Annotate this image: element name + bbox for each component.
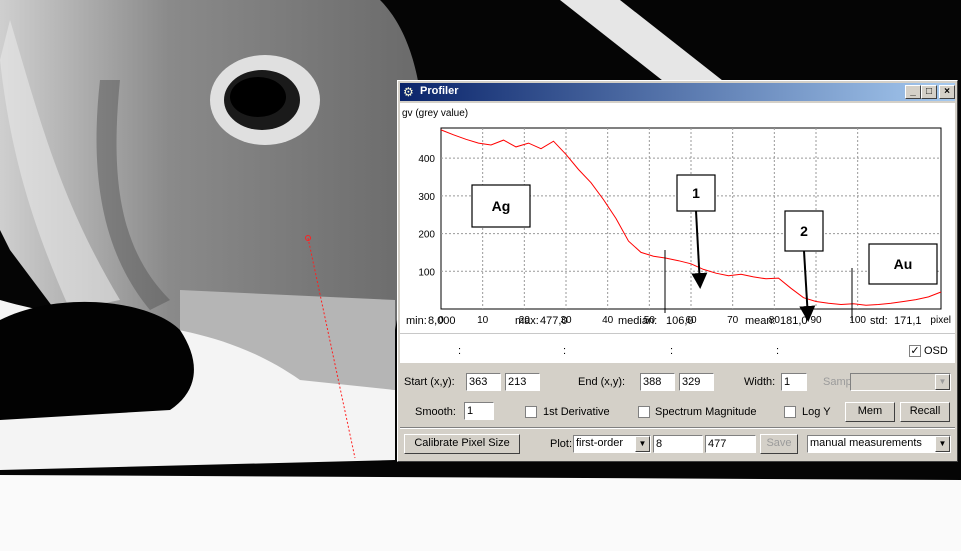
y-tick-label: 300 [418,192,435,203]
osd-colon-1: : [458,345,462,357]
annotation-arrow [691,210,708,289]
plot-type-value: first-order [576,437,624,449]
annotation-arrow [799,250,816,322]
spectrum-magnitude-checkbox[interactable] [638,406,650,418]
x-axis-unit-label: pixel [930,315,951,326]
y-tick-label: 400 [418,154,435,165]
window-title: Profiler [420,85,459,97]
stat-mean-value: 181,0 [780,315,808,327]
maximize-button[interactable]: □ [921,85,937,99]
chevron-down-icon: ▼ [935,436,950,452]
stat-median-label: median: [618,315,658,327]
close-button[interactable]: × [939,85,955,99]
y-tick-label: 200 [418,230,435,241]
spectrum-magnitude-label: Spectrum Magnitude [655,406,757,418]
minimize-button[interactable]: _ [905,85,921,99]
recall-button[interactable]: Recall [900,402,950,422]
log-y-checkbox[interactable] [784,406,796,418]
stat-max-label: max: [515,315,539,327]
measurement-mode-value: manual measurements [810,437,922,449]
stat-min-value: 8,000 [428,315,456,327]
stat-mean-label: mean: [745,315,776,327]
profiler-title-bar[interactable]: ⚙ Profiler _ □ × [400,83,955,101]
x-tick-label: 90 [810,315,822,326]
start-label: Start (x,y): [404,376,455,388]
plot-type-select[interactable]: first-order ▼ [573,435,651,453]
x-tick-label: 70 [727,315,739,326]
start-y-input[interactable]: 213 [505,373,540,391]
profile-plot-panel: gv (grey value) 0 10 20 30 40 50 60 70 80 90 100 100… [400,103,955,363]
annotation-label: 1 [692,185,700,201]
y-axis-label: gv (grey value) [402,108,468,119]
plot-label: Plot: [550,438,573,450]
annotation-label: 2 [800,223,808,239]
stat-std-label: std: [870,315,888,327]
stat-std-value: 171,1 [894,315,922,327]
calibrate-pixel-size-button[interactable]: Calibrate Pixel Size [404,434,520,454]
plot-min-input[interactable]: 8 [653,435,703,453]
end-x-input[interactable]: 388 [640,373,675,391]
profiler-app-icon: ⚙ [403,85,414,99]
smooth-input[interactable]: 1 [464,402,494,420]
log-y-label: Log Y [802,406,831,418]
measurement-mode-select[interactable]: manual measurements ▼ [807,435,951,453]
mem-button[interactable]: Mem [845,402,895,422]
end-label: End (x,y): [578,376,626,388]
annotation-label: Au [894,256,913,272]
stat-median-value: 106,0 [666,315,694,327]
controls-separator [400,427,955,429]
chevron-down-icon: ▼ [635,436,650,452]
annotation-label: Ag [492,198,511,214]
stat-min-label: min: [406,315,427,327]
x-tick-label: 10 [477,315,489,326]
end-y-input[interactable]: 329 [679,373,714,391]
first-derivative-label: 1st Derivative [543,406,610,418]
osd-checkbox[interactable]: ✓ [909,345,921,357]
width-input[interactable]: 1 [781,373,807,391]
osd-colon-2: : [563,345,567,357]
osd-label: OSD [924,345,948,357]
profiler-window: ⚙ Profiler _ □ × gv (grey value) 0 10 20 30 4… [397,80,958,462]
stats-divider [400,333,955,334]
osd-colon-4: : [776,345,780,357]
y-tick-label: 100 [418,267,435,278]
x-tick-label: 40 [602,315,614,326]
smooth-label: Smooth: [415,406,456,418]
osd-colon-3: : [670,345,674,357]
start-x-input[interactable]: 363 [466,373,501,391]
stat-max-value: 477,0 [540,315,568,327]
first-derivative-checkbox[interactable] [525,406,537,418]
plot-max-input[interactable]: 477 [705,435,756,453]
sampling-select[interactable]: ▼ [850,373,951,391]
save-button[interactable]: Save [760,434,798,454]
chevron-down-icon: ▼ [935,374,950,390]
width-label: Width: [744,376,776,388]
